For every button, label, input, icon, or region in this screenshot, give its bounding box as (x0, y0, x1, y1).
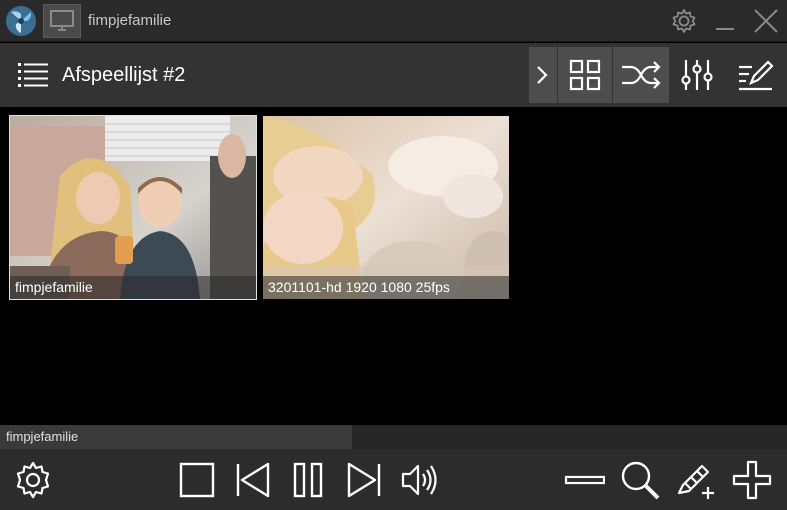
monitor-button[interactable] (43, 4, 81, 38)
status-text: fimpjefamilie (0, 425, 352, 449)
chevron-right-button[interactable] (529, 47, 557, 103)
monitor-icon (50, 10, 74, 31)
playlist-toolbar: Afspeellijst #2 (0, 43, 787, 107)
equalizer-icon (681, 60, 713, 90)
grid-view-button[interactable] (558, 47, 612, 103)
playlist-content: fimpjefamilie 3201101-hd 1920 1080 25fps (0, 107, 787, 425)
pause-icon (293, 462, 323, 498)
video-thumbnail-image (10, 116, 256, 299)
stop-button[interactable] (176, 459, 218, 501)
volume-button[interactable] (399, 459, 441, 501)
edit-button[interactable] (730, 47, 780, 103)
app-logo-icon[interactable] (5, 5, 37, 37)
previous-icon (236, 462, 270, 498)
equalizer-button[interactable] (672, 47, 722, 103)
search-icon (621, 461, 660, 500)
next-icon (347, 462, 381, 498)
add-button[interactable] (731, 459, 773, 501)
thumbnail-caption: 3201101-hd 1920 1080 25fps (263, 276, 509, 299)
shuffle-button[interactable] (613, 47, 669, 103)
thumbnail-tile[interactable]: fimpjefamilie (9, 115, 257, 300)
video-thumbnail-image (263, 116, 509, 299)
window-title: fimpjefamilie (88, 12, 172, 29)
shuffle-icon (622, 61, 661, 89)
thumbnail-caption: fimpjefamilie (10, 276, 256, 299)
plus-icon (732, 460, 772, 500)
gear-icon[interactable] (669, 6, 699, 36)
add-tag-icon (677, 464, 714, 499)
next-button[interactable] (343, 459, 385, 501)
status-bar: fimpjefamilie (0, 425, 787, 449)
edit-icon (739, 60, 774, 91)
previous-button[interactable] (232, 459, 274, 501)
control-bar (0, 449, 787, 510)
stop-icon (179, 462, 215, 498)
minus-icon (564, 475, 605, 485)
playlist-title: Afspeellijst #2 (62, 64, 186, 86)
chevron-right-icon (537, 66, 548, 84)
grid-icon (569, 59, 601, 91)
pause-button[interactable] (288, 459, 330, 501)
title-bar: fimpjefamilie (0, 0, 787, 42)
settings-button[interactable] (12, 459, 54, 501)
thumbnail-tile[interactable]: 3201101-hd 1920 1080 25fps (263, 116, 509, 299)
search-button[interactable] (619, 459, 661, 501)
gear-icon (16, 461, 50, 499)
add-tag-button[interactable] (675, 459, 717, 501)
zoom-out-button[interactable] (563, 459, 605, 501)
volume-icon (401, 464, 437, 496)
minimize-icon[interactable] (710, 6, 740, 36)
close-icon[interactable] (751, 6, 781, 36)
menu-icon[interactable] (16, 59, 50, 91)
